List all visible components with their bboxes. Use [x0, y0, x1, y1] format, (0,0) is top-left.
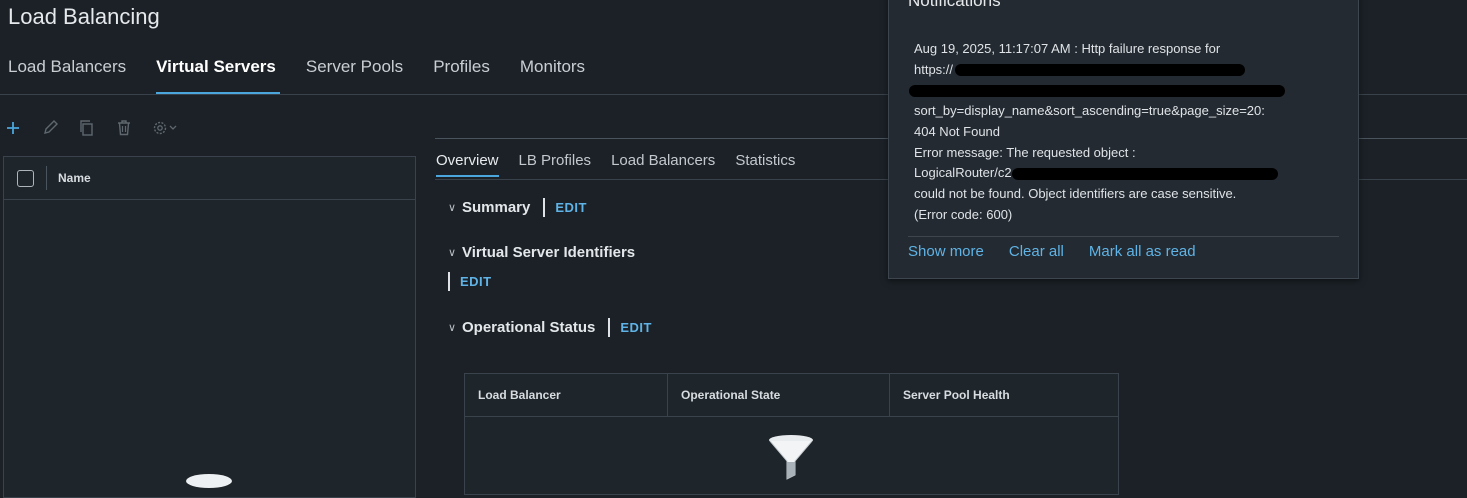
mark-all-read-link[interactable]: Mark all as read	[1089, 243, 1196, 260]
main-tabs: Load Balancers Virtual Servers Server Po…	[8, 57, 615, 95]
summary-section: ∨ Summary EDIT	[448, 198, 587, 217]
tab-lb-profiles[interactable]: LB Profiles	[519, 152, 592, 177]
name-column-header[interactable]: Name	[58, 171, 91, 185]
identifiers-title[interactable]: Virtual Server Identifiers	[462, 244, 635, 261]
table-header: Load Balancer Operational State Server P…	[465, 374, 1118, 417]
notification-line: (Error code: 600)	[914, 206, 1013, 222]
tab-server-pools[interactable]: Server Pools	[306, 57, 403, 95]
notification-object-prefix: LogicalRouter/c2	[914, 165, 1012, 181]
tab-load-balancers[interactable]: Load Balancers	[8, 57, 126, 95]
column-divider	[46, 166, 47, 190]
column-load-balancer[interactable]: Load Balancer	[465, 374, 667, 416]
tab-load-balancers-detail[interactable]: Load Balancers	[611, 152, 715, 177]
notification-line: LogicalRouter/c2	[914, 163, 1334, 184]
status-edit-link[interactable]: EDIT	[620, 320, 652, 335]
notification-url-prefix: https://	[914, 61, 954, 77]
notification-line: https://	[914, 60, 1334, 81]
notifications-title: Notifications	[908, 0, 1001, 10]
clear-all-link[interactable]: Clear all	[1009, 243, 1064, 260]
filter-funnel-icon	[767, 434, 815, 485]
separator-bar	[448, 272, 450, 291]
notification-line: sort_by=display_name&sort_ascending=true…	[914, 103, 1265, 119]
notification-line	[909, 80, 1334, 101]
separator-bar	[608, 318, 611, 337]
chevron-down-icon[interactable]: ∨	[448, 246, 462, 259]
list-toolbar	[4, 118, 201, 138]
notification-message: Aug 19, 2025, 11:17:07 AM : Http failure…	[909, 39, 1334, 225]
identifiers-section: ∨ Virtual Server Identifiers	[448, 244, 635, 261]
notification-actions: Show more Clear all Mark all as read	[908, 243, 1221, 260]
detail-tabs: Overview LB Profiles Load Balancers Stat…	[436, 152, 815, 177]
column-server-pool-health[interactable]: Server Pool Health	[889, 374, 1116, 416]
trash-icon[interactable]	[115, 118, 133, 138]
redacted-block	[955, 64, 1246, 77]
operational-status-table: Load Balancer Operational State Server P…	[464, 373, 1119, 495]
notification-line: Aug 19, 2025, 11:17:07 AM : Http failure…	[914, 41, 1221, 56]
separator-bar	[543, 198, 546, 217]
summary-edit-link[interactable]: EDIT	[555, 200, 587, 215]
redacted-block	[909, 84, 1285, 97]
show-more-link[interactable]: Show more	[908, 243, 984, 260]
status-title[interactable]: Operational Status	[462, 319, 595, 336]
identifiers-edit-link[interactable]: EDIT	[460, 274, 492, 289]
notification-line: 404 Not Found	[914, 123, 1001, 139]
copy-icon[interactable]	[78, 118, 96, 138]
page-title: Load Balancing	[8, 4, 160, 29]
notification-line: Error message: The requested object :	[914, 144, 1136, 160]
tab-monitors[interactable]: Monitors	[520, 57, 585, 95]
tab-virtual-servers[interactable]: Virtual Servers	[156, 57, 280, 95]
column-operational-state[interactable]: Operational State	[667, 374, 889, 416]
chevron-down-icon[interactable]: ∨	[448, 201, 462, 214]
select-all-checkbox[interactable]	[17, 169, 34, 187]
plus-icon[interactable]	[4, 118, 22, 138]
chevron-down-icon[interactable]: ∨	[448, 321, 462, 334]
gear-icon[interactable]	[152, 118, 182, 138]
notification-divider	[908, 236, 1339, 237]
redacted-block	[1011, 167, 1278, 180]
identifiers-edit-row: EDIT	[435, 272, 492, 291]
notification-line: could not be found. Object identifiers a…	[914, 185, 1237, 201]
pencil-icon[interactable]	[41, 118, 59, 138]
empty-state-illustration	[186, 474, 232, 488]
summary-title[interactable]: Summary	[462, 199, 530, 216]
tab-overview[interactable]: Overview	[436, 152, 499, 177]
tab-profiles[interactable]: Profiles	[433, 57, 490, 95]
virtual-servers-list: Name	[3, 156, 416, 498]
notifications-panel: Notifications Aug 19, 2025, 11:17:07 AM …	[888, 0, 1359, 279]
status-section: ∨ Operational Status EDIT	[448, 318, 652, 337]
tab-statistics[interactable]: Statistics	[735, 152, 795, 177]
list-header: Name	[4, 157, 415, 200]
